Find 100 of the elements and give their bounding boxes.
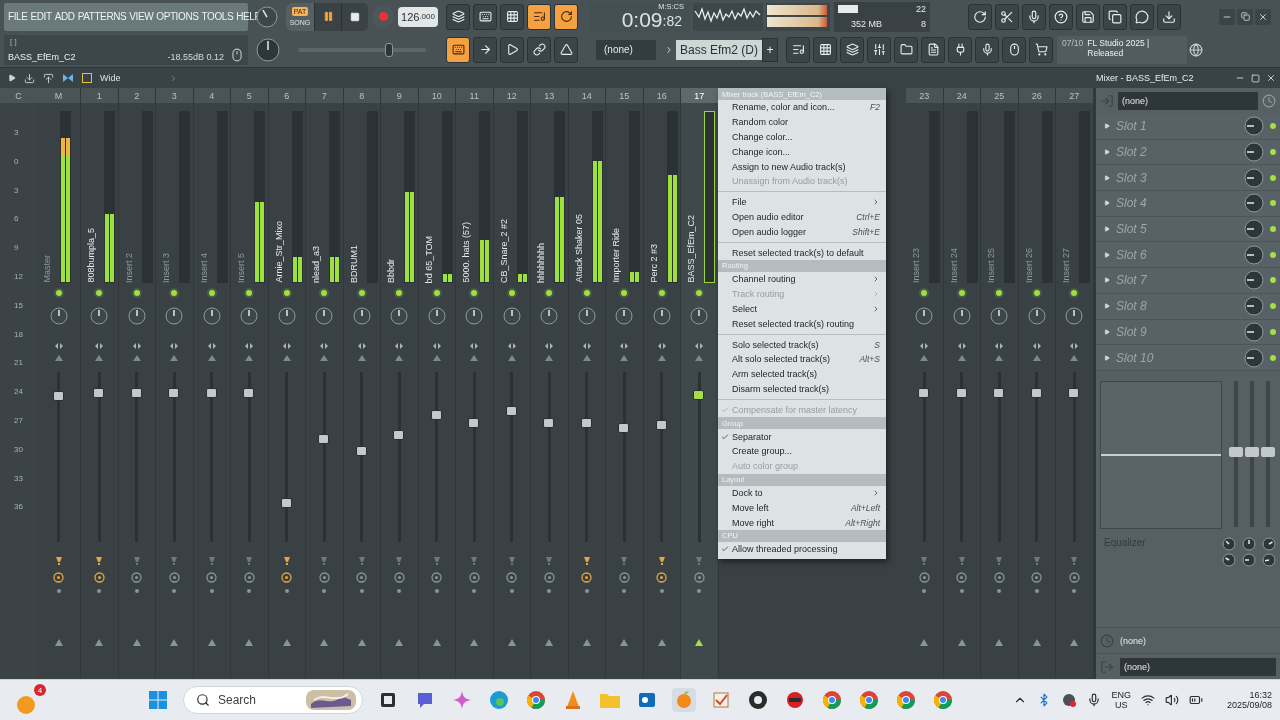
menu-item[interactable]: TOOLS (201, 11, 234, 22)
mixer-strip[interactable]: 1 808bumpla_5 (81, 88, 119, 679)
menu-item[interactable]: Rename, color and icon... F2 (718, 100, 886, 115)
slot-label: Slot 6 (1116, 247, 1148, 262)
slot-label: Slot 7 (1116, 273, 1148, 288)
language-label: ENG (1111, 690, 1131, 700)
stereo-mode[interactable]: Wide (100, 73, 121, 83)
menu-item[interactable]: Solo selected track(s) S (718, 337, 886, 352)
track-number: 7 (306, 88, 343, 103)
tempo-display[interactable]: 126.000 (398, 6, 438, 27)
menu-item[interactable]: Alt solo selected track(s) Alt+S (718, 351, 886, 367)
track-number: M (37, 88, 80, 103)
region-label: US (1114, 700, 1128, 710)
preset-field[interactable]: Bass Efm2 (D) (676, 39, 762, 60)
mixer-strip[interactable]: 13 hhhhhhhh (531, 88, 569, 679)
mixer-strip[interactable]: 17 BASS_EfEm_C2 (681, 88, 719, 679)
menu-item[interactable]: Move right Alt+Right (718, 515, 886, 530)
pattern-dropdown[interactable]: (none) (596, 39, 656, 60)
mixer-strip[interactable]: 24 Insert 24 (943, 88, 981, 679)
mixer-strip[interactable]: 7 nlead_a3 (306, 88, 344, 679)
mixer-strip[interactable]: 27 Insert 27 (1056, 88, 1094, 679)
mixer-strip[interactable]: 2 Insert 2 (118, 88, 156, 679)
slot-label: Slot 2 (1116, 145, 1148, 160)
cpu-value: 22 (915, 4, 926, 14)
scale-label: 6 (14, 214, 20, 225)
polyphony-value: 8 (920, 19, 926, 29)
track-name: Perc 2 #3 (648, 244, 659, 283)
scale-label: 12 (14, 272, 24, 282)
track-name: Insert 23 (911, 247, 921, 283)
slot-label: Slot 10 (1116, 350, 1155, 365)
mixer-strip[interactable]: 11 5000. hats (57) (456, 88, 494, 679)
track-name: Insert 5 (236, 253, 246, 283)
track-name: Insert 4 (198, 253, 209, 283)
track-number: 3 (156, 88, 193, 103)
menu-item[interactable]: Change color... (718, 129, 886, 145)
scale-label: 0 (14, 156, 20, 167)
track-name: Master (42, 255, 52, 283)
mixer-strip[interactable]: 25 Insert 25 (981, 88, 1019, 679)
menu-item[interactable]: Disarm selected track(s) (718, 381, 886, 397)
menu-item[interactable]: Open audio logger Shift+E (718, 224, 886, 240)
mixer-strip[interactable]: 23 Insert 23 (906, 88, 944, 679)
mixer-strip[interactable]: 6 Arnie_Str_Mixo (268, 88, 306, 679)
mixer-strip[interactable]: M Master (37, 88, 81, 679)
menu-item[interactable]: Select (718, 301, 886, 317)
input-dropdown[interactable]: (none) (1118, 92, 1258, 110)
track-number: 6 (268, 88, 305, 103)
track-number: 1 (81, 88, 118, 103)
shortcut-label: Shift+E (852, 226, 880, 237)
mixer-strip[interactable]: 26 Insert 26 (1018, 88, 1056, 679)
output-label[interactable]: (none) (1120, 635, 1146, 646)
time-label: 16:32 (1249, 690, 1272, 700)
menu-item[interactable]: Separator (718, 429, 886, 444)
mixer-strip[interactable]: 4 Insert 4 (193, 88, 231, 679)
language-indicator[interactable]: ENG US (1111, 690, 1131, 710)
mixer-strip[interactable]: 14 Attack Shaker 05 (568, 88, 606, 679)
menu-item[interactable]: Dock to (718, 485, 886, 501)
menu-item[interactable]: File (718, 194, 886, 210)
menu-item[interactable]: Open audio editor Ctrl+E (718, 209, 886, 225)
mixer-strip[interactable]: 9 Bbbdr (381, 88, 419, 679)
menu-item[interactable]: Channel routing (718, 271, 886, 287)
menu-item[interactable]: EDIT (30, 11, 52, 22)
menu-item[interactable]: Reset selected track(s) routing (718, 316, 886, 332)
slot-label: Slot 4 (1116, 196, 1148, 211)
menu-item[interactable]: Allow threaded processing (718, 541, 886, 557)
menu-item[interactable]: OPTIONS (156, 11, 199, 22)
menu-item[interactable]: Create group... (718, 443, 886, 459)
search-field[interactable]: Search (183, 686, 363, 714)
menu-item[interactable]: PATTERNS (77, 11, 127, 22)
track-number: 5 (231, 88, 268, 103)
scale-label: 9 (14, 243, 20, 254)
track-name: Insert 3 (161, 253, 171, 283)
menu-item[interactable]: Random color (718, 114, 886, 130)
scale-label: 18 (14, 329, 24, 340)
output-dropdown[interactable]: (none) (1120, 657, 1276, 676)
menu-item[interactable]: Arm selected track(s) (718, 366, 886, 382)
mixer-strip[interactable]: 5 Insert 5 (231, 88, 269, 679)
news-panel[interactable]: 07/10 FL Studio 2025 | Released (1057, 35, 1187, 64)
menu-item[interactable]: Assign to new Audio track(s) (718, 159, 886, 174)
hint-text: BASS_EfEm_C2 (8, 51, 77, 62)
add-button[interactable]: + (762, 37, 778, 62)
column-header: C (0, 88, 37, 103)
mixer-strip[interactable]: 12 CB_Snare_2 #2 (493, 88, 531, 679)
mixer-strip[interactable]: 15 Importer Ride (606, 88, 644, 679)
menu-item[interactable]: Change icon... (718, 144, 886, 160)
mixer-strip[interactable]: 8 BDRUM1 (343, 88, 381, 679)
menu-item[interactable]: Reset selected track(s) to default (718, 245, 886, 260)
mixer-strip[interactable]: 10 bd 65_TOM (418, 88, 456, 679)
menu-item[interactable]: FILE (8, 11, 28, 22)
menu-item[interactable]: Move left Alt+Left (718, 500, 886, 516)
mixer-strip[interactable]: 3 Insert 3 (156, 88, 194, 679)
menu-item[interactable]: ADD (54, 11, 75, 22)
track-number: 24 (943, 88, 980, 103)
track-number: 2 (118, 88, 155, 103)
app-button[interactable]: 4 (14, 684, 46, 716)
track-name: Bbbdr (386, 258, 396, 283)
scale-label: 27 (14, 415, 24, 426)
track-name: Insert 2 (123, 253, 134, 283)
clock[interactable]: 16:32 2025/09/08 (1226, 690, 1272, 710)
shortcut-label: Alt+S (859, 354, 880, 365)
menu-item[interactable]: VIEW (129, 11, 154, 22)
